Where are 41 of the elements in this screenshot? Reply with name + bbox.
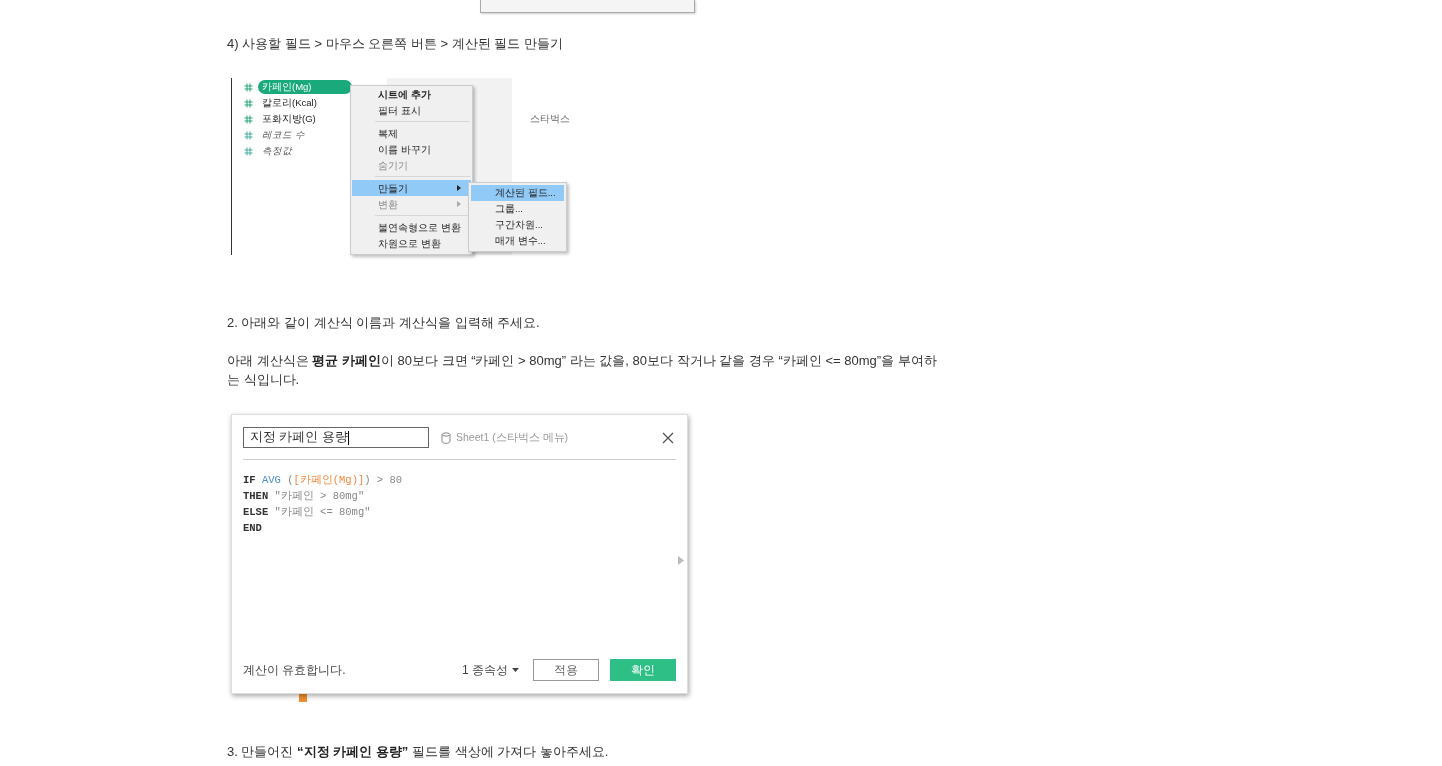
step-text: 2. 아래와 같이 계산식 이름과 계산식을 입력해 주세요. — [227, 314, 541, 332]
data-source-label: Sheet1 (스타벅스 메뉴) — [456, 430, 569, 445]
name-field[interactable]: 지정 카페인 용량 — [243, 427, 429, 448]
paragraph: 아래 계산식은 평균 카페인이 80보다 크면 “카페인 > 80mg” 라는 값을, 80보다 작거나 같을 경우 “카페인 <= 80mg”을 부여하는 식입니다. — [227, 352, 938, 389]
menu-item[interactable]: 그룹... — [471, 201, 564, 217]
field-item[interactable]: 레코드 수 — [258, 128, 319, 142]
hash-icon — [244, 130, 253, 140]
formula-editor[interactable]: IF AVG ([카페인(Mg)]) > 80 THEN "카페인 > 80mg" ELSE "카페인 <= 80mg" END — [243, 472, 676, 659]
apply-button[interactable]: 적용 — [533, 659, 599, 681]
menu-item[interactable]: 구간차원... — [471, 217, 564, 233]
code-line: ELSE "카페인 <= 80mg" — [243, 505, 371, 520]
close-icon[interactable] — [662, 431, 674, 444]
field-item[interactable]: 칼로리(Kcal) — [258, 96, 331, 110]
menu-item[interactable]: 불연속형으로 변환 — [352, 219, 471, 235]
code-line: THEN "카페인 > 80mg" — [243, 489, 365, 504]
sheet-label: 스타벅스 — [530, 112, 570, 126]
database-icon — [441, 431, 451, 444]
hash-icon — [244, 98, 253, 108]
code-line: END — [243, 521, 262, 536]
menu-item[interactable]: 차원으로 변환 — [352, 235, 471, 251]
status-text: 계산이 유효합니다. — [243, 661, 347, 679]
hash-icon — [244, 82, 253, 92]
menu-item[interactable]: 만들기 — [352, 180, 471, 196]
menu-item[interactable]: 계산된 필드... — [471, 185, 564, 201]
dropdown-caret-icon — [512, 668, 519, 672]
menu-item[interactable]: 시트에 추가 — [352, 86, 471, 102]
menu-item[interactable]: 이름 바꾸기 — [352, 141, 471, 157]
submenu-arrow-icon — [457, 201, 461, 207]
field-item[interactable]: 포화지방(G) — [258, 112, 330, 126]
submenu-arrow-icon — [457, 185, 461, 191]
menu-item[interactable]: 매개 변수... — [471, 233, 564, 249]
menu-item[interactable]: 필터 표시 — [352, 102, 471, 118]
color-swatch-icon — [299, 694, 307, 702]
hash-icon — [244, 146, 253, 156]
menu-item[interactable]: 복제 — [352, 125, 471, 141]
code-line: IF AVG ([카페인(Mg)]) > 80 — [243, 473, 403, 488]
step-text: 3. 만들어진 “지정 카페인 용량” 필드를 색상에 가져다 놓아주세요. — [227, 743, 610, 761]
field-item[interactable]: 측정값 — [258, 144, 306, 158]
hash-icon — [244, 114, 253, 124]
step-text: 4) 사용할 필드 > 마우스 오른쪽 버튼 > 계산된 필드 만들기 — [227, 35, 564, 53]
dependencies-dropdown[interactable]: 1 종속성 — [462, 660, 519, 680]
